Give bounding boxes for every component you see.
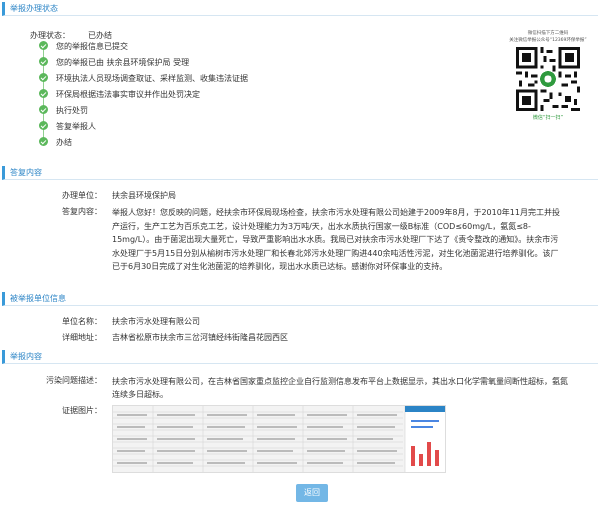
step-label: 办结 (56, 138, 72, 147)
step-label: 答复举报人 (56, 122, 96, 131)
check-icon (39, 137, 48, 146)
progress-step: 环保局根据违法事实审议并作出处罚决定 (39, 89, 200, 101)
progress-step: 执行处罚 (39, 105, 88, 117)
reported-address-label: 详细地址： (62, 333, 102, 342)
section-header-reported: 被举报单位信息 (2, 292, 598, 306)
section-header-status: 举报办理状态 (2, 2, 598, 16)
step-label: 您的举报已由 扶余县环境保护局 受理 (56, 58, 190, 67)
progress-step: 办结 (39, 137, 72, 149)
check-icon (39, 41, 48, 50)
report-desc-label: 污染问题描述： (46, 376, 102, 385)
check-icon (39, 105, 48, 114)
evidence-label: 证据图片： (62, 406, 102, 415)
step-label: 环境执法人员现场调查取证、采样监测、收集违法证据 (56, 74, 248, 83)
reported-address-value: 吉林省松原市扶余市三岔河镇经纬街隆昌花园西区 (112, 333, 288, 342)
qr-box: 微信扫描下方二维码 关注微信举报公众号“12369环保举报” 微信“扫一扫” (500, 30, 596, 121)
reply-unit-label: 办理单位： (62, 191, 102, 200)
qr-caption: 微信“扫一扫” (532, 115, 564, 121)
status-row: 办理状态： 已办结 (30, 30, 112, 41)
reply-unit-value: 扶余县环境保护局 (112, 191, 176, 200)
progress-step: 您的举报信息已提交 (39, 41, 128, 53)
check-icon (39, 73, 48, 82)
evidence-image[interactable] (112, 405, 446, 473)
status-value: 已办结 (88, 31, 112, 40)
check-icon (39, 57, 48, 66)
reported-name-value: 扶余市污水处理有限公司 (112, 317, 200, 326)
section-header-reply: 答复内容 (2, 166, 598, 180)
qr-code-image (516, 47, 580, 111)
section-header-report: 举报内容 (2, 350, 598, 364)
status-label: 办理状态： (30, 31, 70, 40)
progress-step: 环境执法人员现场调查取证、采样监测、收集违法证据 (39, 73, 248, 85)
check-icon (39, 89, 48, 98)
reply-content-value: 举报人您好！您反映的问题，经扶余市环保局现场检查，扶余市污水处理有限公司始建于2… (112, 208, 560, 271)
step-label: 环保局根据违法事实审议并作出处罚决定 (56, 90, 200, 99)
step-label: 执行处罚 (56, 106, 88, 115)
reply-content-label: 答复内容： (62, 207, 102, 216)
qr-title-line2: 关注微信举报公众号“12369环保举报” (509, 38, 587, 43)
check-icon (39, 121, 48, 130)
reported-name-label: 单位名称： (62, 317, 102, 326)
step-label: 您的举报信息已提交 (56, 42, 128, 51)
qr-title-line1: 微信扫描下方二维码 (527, 31, 569, 36)
progress-step: 答复举报人 (39, 121, 96, 133)
return-button[interactable]: 返回 (296, 484, 328, 502)
report-desc-value: 扶余市污水处理有限公司，在吉林省国家重点监控企业自行监测信息发布平台上数据显示，… (112, 377, 568, 399)
progress-step: 您的举报已由 扶余县环境保护局 受理 (39, 57, 189, 69)
